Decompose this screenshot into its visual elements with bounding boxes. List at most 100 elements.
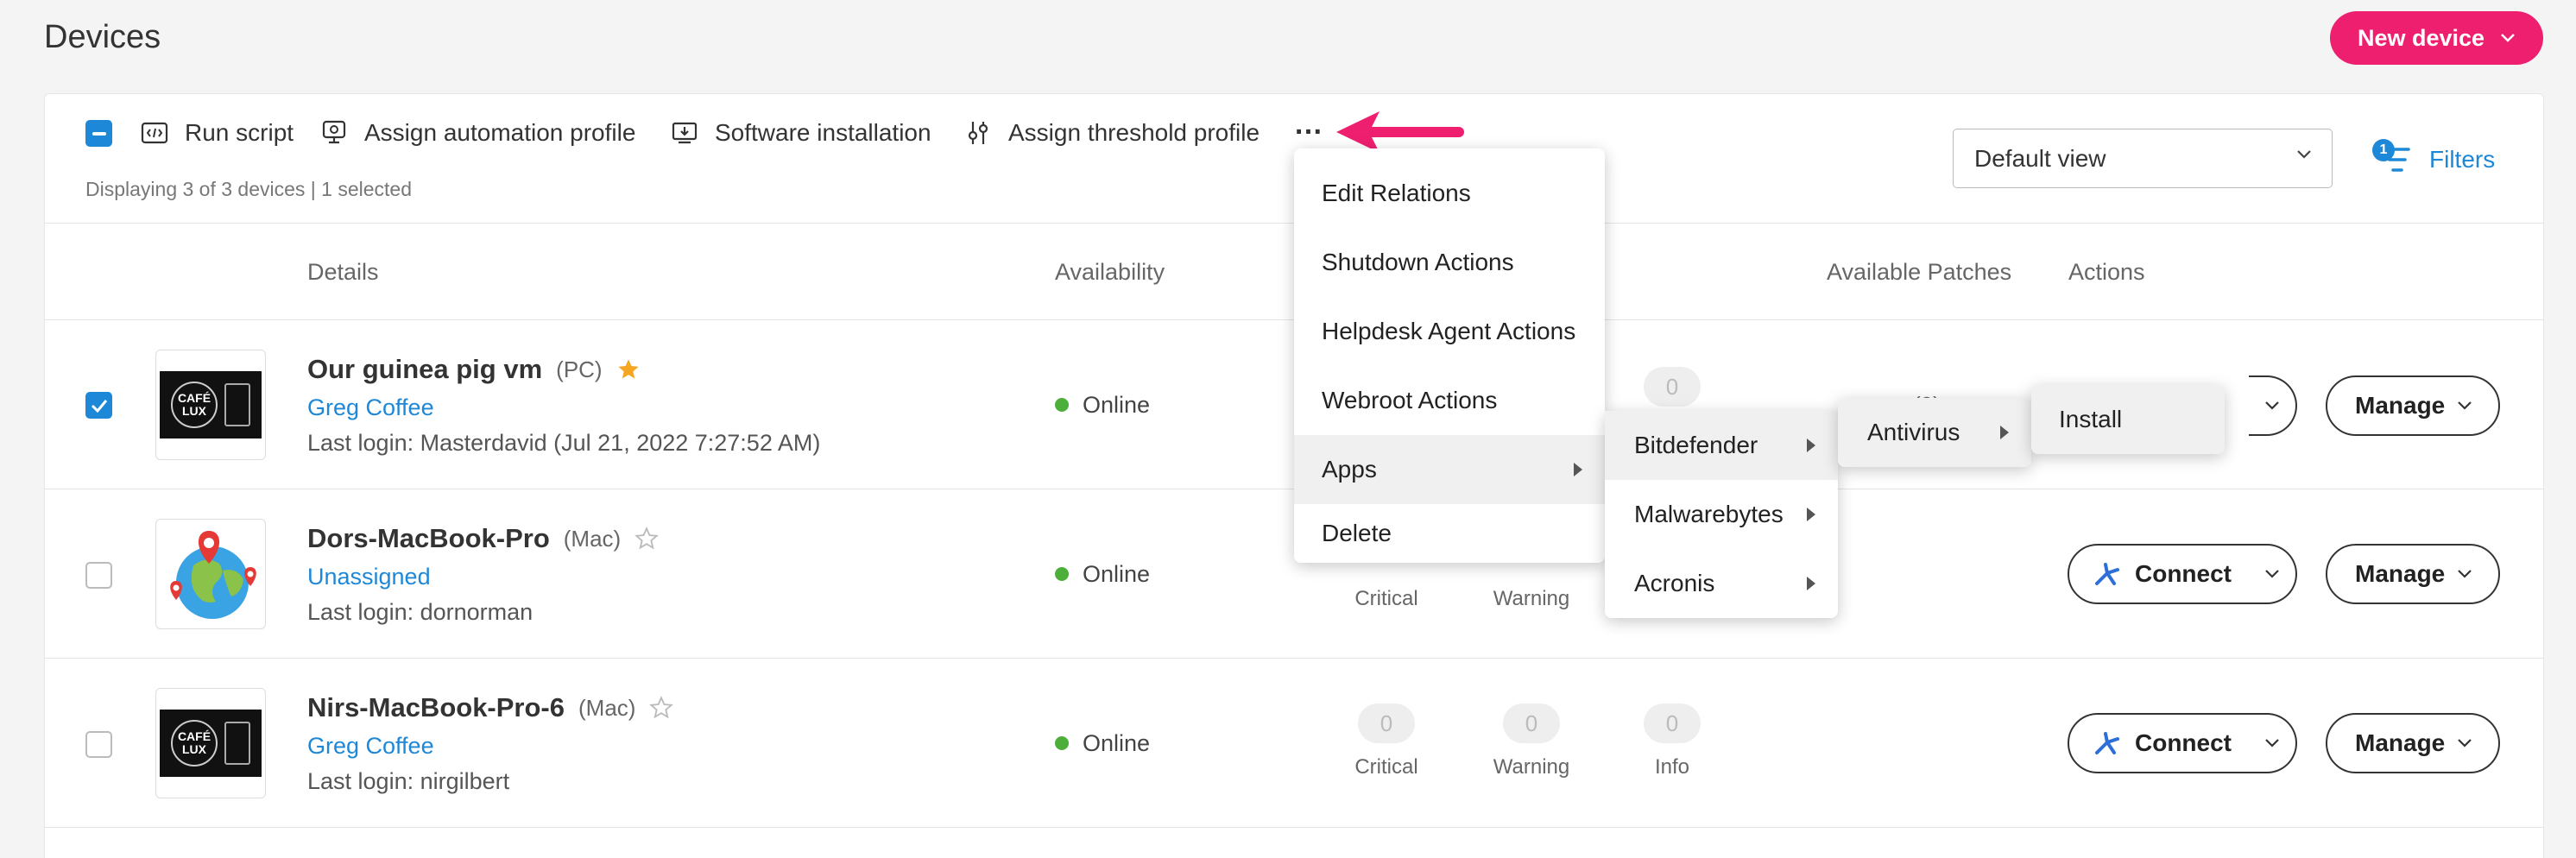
row-checkbox[interactable] (85, 562, 112, 589)
page-title: Devices (44, 19, 161, 55)
manage-label: Manage (2355, 392, 2446, 419)
organization-link[interactable]: Greg Coffee (307, 394, 434, 421)
menu-item-edit-relations[interactable]: Edit Relations (1294, 159, 1605, 228)
availability-status: Online (1083, 392, 1151, 418)
menu-item-bitdefender-label: Bitdefender (1634, 432, 1758, 458)
menu-item-apps-label: Apps (1322, 456, 1377, 483)
script-icon (141, 122, 168, 144)
warning-alert-count: 0 (1503, 703, 1560, 743)
chevron-down-icon (2265, 739, 2279, 748)
filter-icon: 1 (2372, 139, 2410, 177)
row-checkbox[interactable] (85, 392, 112, 419)
software-installation-button[interactable]: Software installation (670, 116, 931, 150)
device-name[interactable]: Nirs-MacBook-Pro-6 (307, 692, 565, 723)
online-status-dot (1055, 398, 1069, 412)
software-installation-label: Software installation (715, 119, 931, 146)
menu-item-malwarebytes[interactable]: Malwarebytes (1605, 480, 1838, 549)
menu-item-acronis[interactable]: Acronis (1605, 549, 1838, 618)
device-thumbnail (155, 519, 266, 629)
download-icon (672, 122, 698, 144)
info-alert-count: 0 (1644, 703, 1701, 743)
assign-automation-profile-label: Assign automation profile (364, 119, 636, 146)
apps-submenu: Bitdefender Malwarebytes Acronis (1605, 411, 1838, 618)
menu-item-helpdesk-agent-actions[interactable]: Helpdesk Agent Actions (1294, 297, 1605, 366)
column-header-details: Details (307, 259, 379, 285)
device-name[interactable]: Dors-MacBook-Pro (307, 523, 550, 554)
chevron-right-icon (2000, 426, 2009, 439)
warning-label: Warning (1493, 587, 1570, 610)
view-select-value: Default view (1974, 144, 2106, 172)
last-login-text: Last login: dornorman (307, 599, 534, 625)
menu-item-delete[interactable]: Delete (1294, 504, 1605, 563)
star-outline-icon[interactable] (649, 696, 674, 720)
manage-label: Manage (2355, 729, 2446, 756)
display-count-text: Displaying 3 of 3 devices | 1 selected (85, 178, 413, 200)
column-header-available-patches: Available Patches (1827, 259, 2012, 285)
chevron-down-icon (2458, 570, 2472, 578)
organization-link[interactable]: Unassigned (307, 564, 431, 590)
critical-alert-count: 0 (1358, 703, 1415, 743)
star-filled-icon[interactable] (616, 357, 641, 382)
column-header-actions: Actions (2068, 259, 2145, 285)
automation-icon (322, 120, 346, 144)
new-device-button[interactable]: New device (2330, 11, 2543, 65)
sliders-icon (968, 122, 988, 144)
chevron-right-icon (1574, 463, 1582, 476)
menu-item-apps[interactable]: Apps (1294, 435, 1605, 504)
last-login-text: Last login: Masterdavid (Jul 21, 2022 7:… (307, 430, 821, 456)
menu-item-malwarebytes-label: Malwarebytes (1634, 501, 1784, 527)
last-login-text: Last login: nirgilbert (307, 768, 510, 794)
star-outline-icon[interactable] (635, 527, 660, 551)
device-thumbnail: CAFÉ LUX (155, 350, 266, 460)
connect-icon (2095, 563, 2119, 585)
divider (44, 658, 2544, 659)
availability-status: Online (1083, 561, 1151, 587)
filters-label: Filters (2429, 146, 2496, 173)
organization-link[interactable]: Greg Coffee (307, 733, 434, 760)
chevron-down-icon (2297, 150, 2311, 159)
device-type: (PC) (556, 356, 603, 382)
cafe-lux-logo: CAFÉ LUX (160, 710, 262, 777)
menu-item-webroot-actions[interactable]: Webroot Actions (1294, 366, 1605, 435)
manage-button[interactable]: Manage (2326, 713, 2500, 773)
connect-icon (2095, 732, 2119, 754)
chevron-down-icon (2458, 739, 2472, 748)
online-status-dot (1055, 567, 1069, 581)
device-thumbnail: CAFÉ LUX (155, 688, 266, 798)
menu-item-bitdefender[interactable]: Bitdefender (1605, 411, 1838, 480)
antivirus-submenu: Install (2031, 385, 2225, 454)
connect-label: Connect (2135, 560, 2232, 587)
assign-threshold-profile-button[interactable]: Assign threshold profile (963, 116, 1260, 150)
info-label: Info (1654, 755, 1690, 779)
availability-status: Online (1083, 730, 1151, 756)
menu-item-antivirus-label: Antivirus (1867, 419, 1960, 445)
connect-label: Connect (2135, 729, 2232, 756)
filters-button[interactable]: 1 Filters (2372, 134, 2495, 186)
manage-button[interactable]: Manage (2326, 375, 2500, 436)
run-script-button[interactable]: Run script (140, 116, 294, 150)
column-header-availability: Availability (1055, 259, 1165, 285)
view-select[interactable]: Default view (1953, 129, 2333, 188)
online-status-dot (1055, 736, 1069, 750)
select-all-checkbox[interactable] (85, 120, 112, 147)
row-checkbox[interactable] (85, 731, 112, 758)
connect-button[interactable]: Connect (2068, 544, 2251, 604)
assign-automation-profile-button[interactable]: Assign automation profile (319, 116, 635, 150)
filter-count-badge: 1 (2372, 139, 2395, 161)
menu-item-shutdown-actions[interactable]: Shutdown Actions (1294, 228, 1605, 297)
chevron-right-icon (1807, 438, 1815, 452)
menu-item-antivirus[interactable]: Antivirus (1838, 398, 2031, 467)
device-name[interactable]: Our guinea pig vm (307, 354, 542, 385)
warning-label: Warning (1493, 755, 1570, 779)
more-actions-button[interactable]: … (1291, 110, 1326, 147)
chevron-down-icon (2458, 401, 2472, 410)
more-actions-menu: Edit Relations Shutdown Actions Helpdesk… (1294, 148, 1605, 563)
info-alert-count: 0 (1644, 367, 1701, 407)
device-type: (Mac) (563, 525, 622, 552)
manage-button[interactable]: Manage (2326, 544, 2500, 604)
device-type: (Mac) (578, 694, 636, 721)
chevron-down-icon (2265, 570, 2279, 578)
menu-item-install[interactable]: Install (2031, 385, 2225, 454)
connect-button[interactable]: Connect (2068, 713, 2251, 773)
new-device-label: New device (2358, 24, 2485, 51)
